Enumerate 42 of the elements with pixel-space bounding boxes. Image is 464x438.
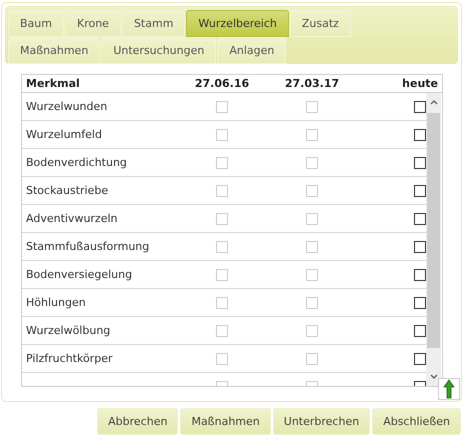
- action-button[interactable]: Unterbrechen: [272, 408, 370, 435]
- checkbox[interactable]: [414, 128, 426, 140]
- arrow-up-icon: [443, 379, 455, 399]
- scroll-down-icon[interactable]: [428, 373, 438, 381]
- checkbox[interactable]: [414, 156, 426, 168]
- checkbox[interactable]: [414, 240, 426, 252]
- scrollbar-thumb[interactable]: [427, 113, 440, 348]
- table-cell: Wurzelwölbung: [26, 324, 110, 337]
- tab[interactable]: Anlagen: [217, 37, 286, 64]
- scrollbar[interactable]: [426, 93, 441, 386]
- table-cell: Stockaustriebe: [26, 184, 108, 197]
- checkbox[interactable]: [414, 212, 426, 224]
- action-button[interactable]: Abschließen: [372, 408, 461, 435]
- table-cell: Wurzelwunden: [26, 100, 108, 113]
- action-button[interactable]: Maßnahmen: [180, 408, 271, 435]
- table-cell: Wurzelumfeld: [26, 128, 102, 141]
- tab[interactable]: Stamm: [122, 10, 186, 37]
- tab[interactable]: Maßnahmen: [8, 37, 100, 64]
- table-cell: Adventivwurzeln: [26, 212, 118, 225]
- tab[interactable]: Baum: [8, 10, 64, 37]
- column-header: Merkmal: [25, 77, 81, 90]
- checkbox[interactable]: [414, 184, 426, 196]
- tab[interactable]: Krone: [64, 10, 121, 37]
- table-cell: Pilzfruchtkörper: [26, 352, 112, 365]
- action-button[interactable]: Abbrechen: [97, 408, 178, 435]
- tab[interactable]: Wurzelbereich: [186, 10, 289, 37]
- tab[interactable]: Untersuchungen: [101, 37, 216, 64]
- table-cell: Stammfußausformung: [26, 240, 150, 253]
- table-cell: Bodenversiegelung: [26, 268, 132, 281]
- scroll-up-icon[interactable]: [428, 98, 438, 106]
- tab[interactable]: Zusatz: [290, 10, 351, 37]
- table-cell: Höhlungen: [26, 296, 86, 309]
- checkbox[interactable]: [414, 352, 426, 364]
- checkbox[interactable]: [414, 100, 426, 112]
- scroll-top-button[interactable]: [438, 378, 460, 400]
- column-header: 27.03.17: [284, 77, 340, 90]
- table-cell: Bodenverdichtung: [26, 156, 127, 169]
- checkbox[interactable]: [414, 324, 426, 336]
- checkbox[interactable]: [414, 268, 426, 280]
- column-header: heute: [401, 77, 439, 90]
- checkbox[interactable]: [414, 296, 426, 308]
- column-header: 27.06.16: [194, 77, 250, 90]
